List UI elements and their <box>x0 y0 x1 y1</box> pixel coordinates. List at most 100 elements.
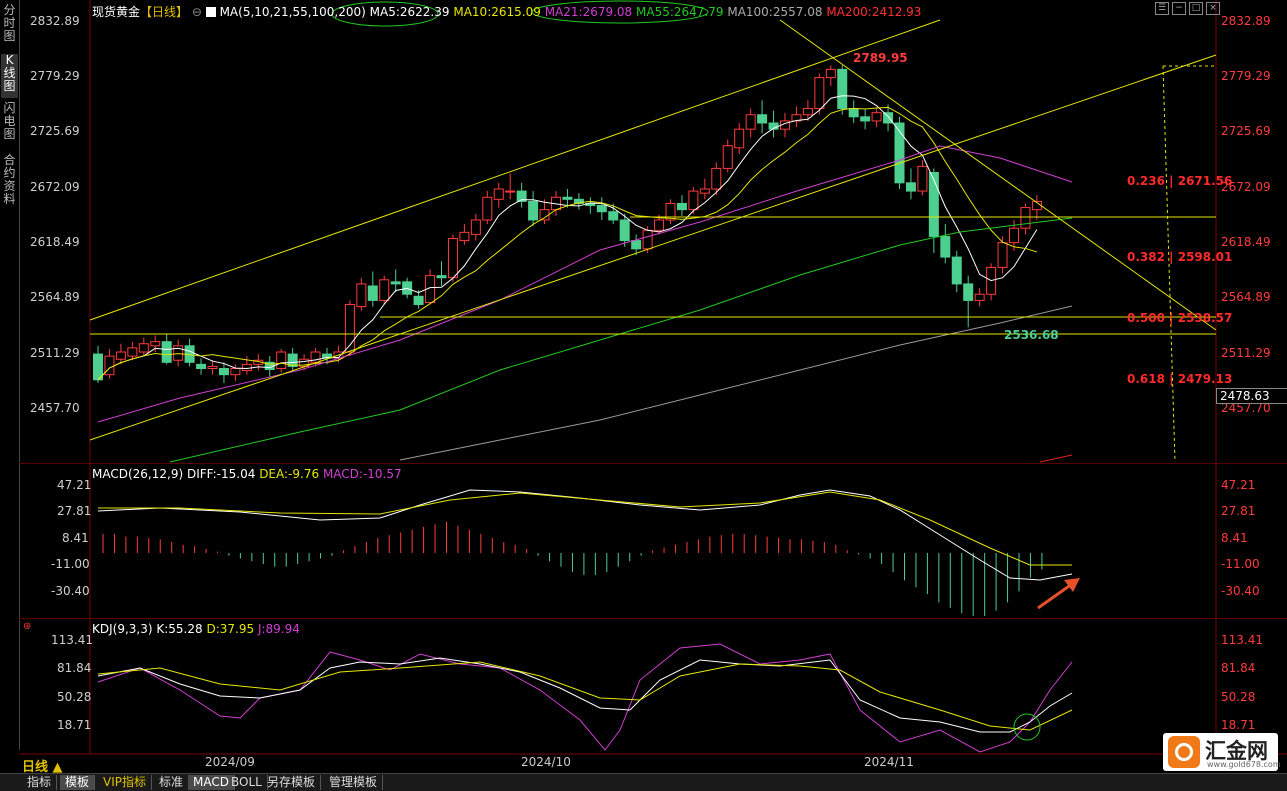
candle-body <box>115 351 126 360</box>
ma21-value: MA21:2679.08 <box>544 5 633 19</box>
date-axis: 日线 ▲ 2024/09 2024/10 2024/11 <box>19 754 1287 775</box>
price-tick: 2725.69 <box>30 124 80 138</box>
kline-chart[interactable] <box>0 0 1287 773</box>
macd-tick: -11.00 <box>1221 557 1260 571</box>
candle-body <box>562 196 573 200</box>
ma200-line <box>1039 454 1073 463</box>
fib-vertical-line <box>1162 65 1176 463</box>
price-tick: 2779.29 <box>30 69 80 83</box>
candle-body <box>459 231 470 242</box>
candle-body <box>608 211 619 221</box>
main-legend: 现货黄金【日线】 ⊖ MA(5,10,21,55,100,200) MA5:26… <box>92 3 921 20</box>
candle-body <box>539 209 550 221</box>
candle-body <box>654 219 665 231</box>
candle-body <box>883 112 894 124</box>
price-tick: 2779.29 <box>1221 69 1271 83</box>
price-tick: 2672.09 <box>30 180 80 194</box>
macd-tick: 27.81 <box>57 504 92 518</box>
minimize-icon[interactable]: − <box>1172 2 1186 15</box>
candle-body <box>276 351 287 369</box>
candle-body <box>1020 207 1031 229</box>
bottom-tab[interactable]: 模板 <box>60 775 96 790</box>
ma100-line <box>399 305 1073 461</box>
symbol-name: 现货黄金 <box>92 5 141 19</box>
candle-body <box>447 238 458 279</box>
color-swatch-icon <box>205 7 216 17</box>
ma200-value: MA200:2412.93 <box>826 5 922 19</box>
arrow-icon <box>1037 582 1073 610</box>
ma-title: MA(5,10,21,55,100,200) <box>219 5 366 19</box>
bottom-toolbar: 指标 模板 VIP指标 标准 MACD BOLL 另存模板 管理模板 <box>0 773 1287 791</box>
candle-body <box>138 343 149 353</box>
candle-body <box>161 341 172 363</box>
candle-body <box>928 172 939 237</box>
ma55-value: MA55:2647.79 <box>636 5 724 19</box>
candle-body <box>631 240 642 250</box>
channel-upper-line <box>89 19 941 321</box>
candle-body <box>127 347 138 357</box>
bottom-tab[interactable]: VIP指标 <box>98 775 152 790</box>
kdj-tick: 50.28 <box>1221 690 1256 704</box>
macd-dea: DEA:-9.76 <box>259 467 320 481</box>
kdj-title: KDJ(9,3,3) <box>92 622 153 636</box>
candle-body <box>642 229 653 250</box>
candle-body <box>676 202 687 211</box>
candle-body <box>367 285 378 301</box>
fib-level-0500: 0.500 | 2538.57 <box>1127 311 1233 325</box>
bottom-tab[interactable]: 指标 <box>22 775 58 790</box>
candle-body <box>699 188 710 194</box>
macd-tick: 47.21 <box>57 478 92 492</box>
brand-logo: 汇金网 www.gold678.com <box>1163 733 1281 771</box>
macd-tick: 8.41 <box>1221 531 1248 545</box>
candle-body <box>860 116 871 122</box>
current-price-box: 2478.63 <box>1216 388 1287 404</box>
bottom-tab[interactable]: 另存模板 <box>262 775 322 790</box>
kdj-k-line <box>97 657 1073 733</box>
close-icon[interactable]: × <box>1206 2 1220 15</box>
macd-title: MACD(26,12,9) <box>92 467 184 481</box>
low-label: 2536.68 <box>1004 328 1059 342</box>
bottom-tab[interactable]: 管理模板 <box>324 775 384 790</box>
candle-body <box>688 190 699 211</box>
price-tick: 2832.89 <box>30 14 80 28</box>
candle-body <box>963 283 974 301</box>
candle-body <box>1009 227 1019 244</box>
ma10-value: MA10:2615.09 <box>453 5 541 19</box>
candle-body <box>917 165 928 192</box>
candle-body <box>150 341 161 347</box>
price-tick: 2618.49 <box>1221 235 1271 249</box>
indicator-settings-icon[interactable]: ⊛ <box>23 621 31 632</box>
macd-tick: 47.21 <box>1221 478 1256 492</box>
kdj-d-line <box>97 661 1073 731</box>
candle-body <box>241 363 252 372</box>
macd-tick: -30.40 <box>51 584 90 598</box>
date-tick: 2024/09 <box>205 755 255 769</box>
price-tick: 2618.49 <box>30 235 80 249</box>
price-tick: 2511.29 <box>1221 346 1271 360</box>
kdj-tick: 18.71 <box>1221 718 1256 732</box>
candle-body <box>619 219 630 242</box>
settings-icon[interactable]: ⊖ <box>192 5 202 19</box>
ma55-line <box>169 217 1073 463</box>
kdj-tick: 113.41 <box>51 633 93 647</box>
macd-legend: MACD(26,12,9) DIFF:-15.04 DEA:-9.76 MACD… <box>92 467 402 481</box>
maximize-icon[interactable]: □ <box>1189 2 1203 15</box>
candle-body <box>837 68 848 110</box>
date-tick: 2024/11 <box>864 755 914 769</box>
candle-body <box>871 112 882 122</box>
price-tick: 2457.70 <box>30 401 80 415</box>
channel-lower-line <box>89 54 1217 441</box>
ma100-value: MA100:2557.08 <box>727 5 823 19</box>
kdj-legend: KDJ(9,3,3) K:55.28 D:37.95 J:89.94 <box>92 622 300 636</box>
candle-body <box>745 114 756 130</box>
window-menu-icon[interactable]: ☰ <box>1155 2 1169 15</box>
price-tick: 2564.89 <box>1221 290 1271 304</box>
price-tick: 2832.89 <box>1221 14 1271 28</box>
candle-body <box>482 196 493 221</box>
bottom-tab[interactable]: 标准 <box>154 775 190 790</box>
candle-body <box>505 190 516 193</box>
date-tick: 2024/10 <box>521 755 571 769</box>
arrow-icon <box>1064 578 1080 592</box>
kdj-d: D:37.95 <box>206 622 255 636</box>
kdj-k: K:55.28 <box>156 622 203 636</box>
